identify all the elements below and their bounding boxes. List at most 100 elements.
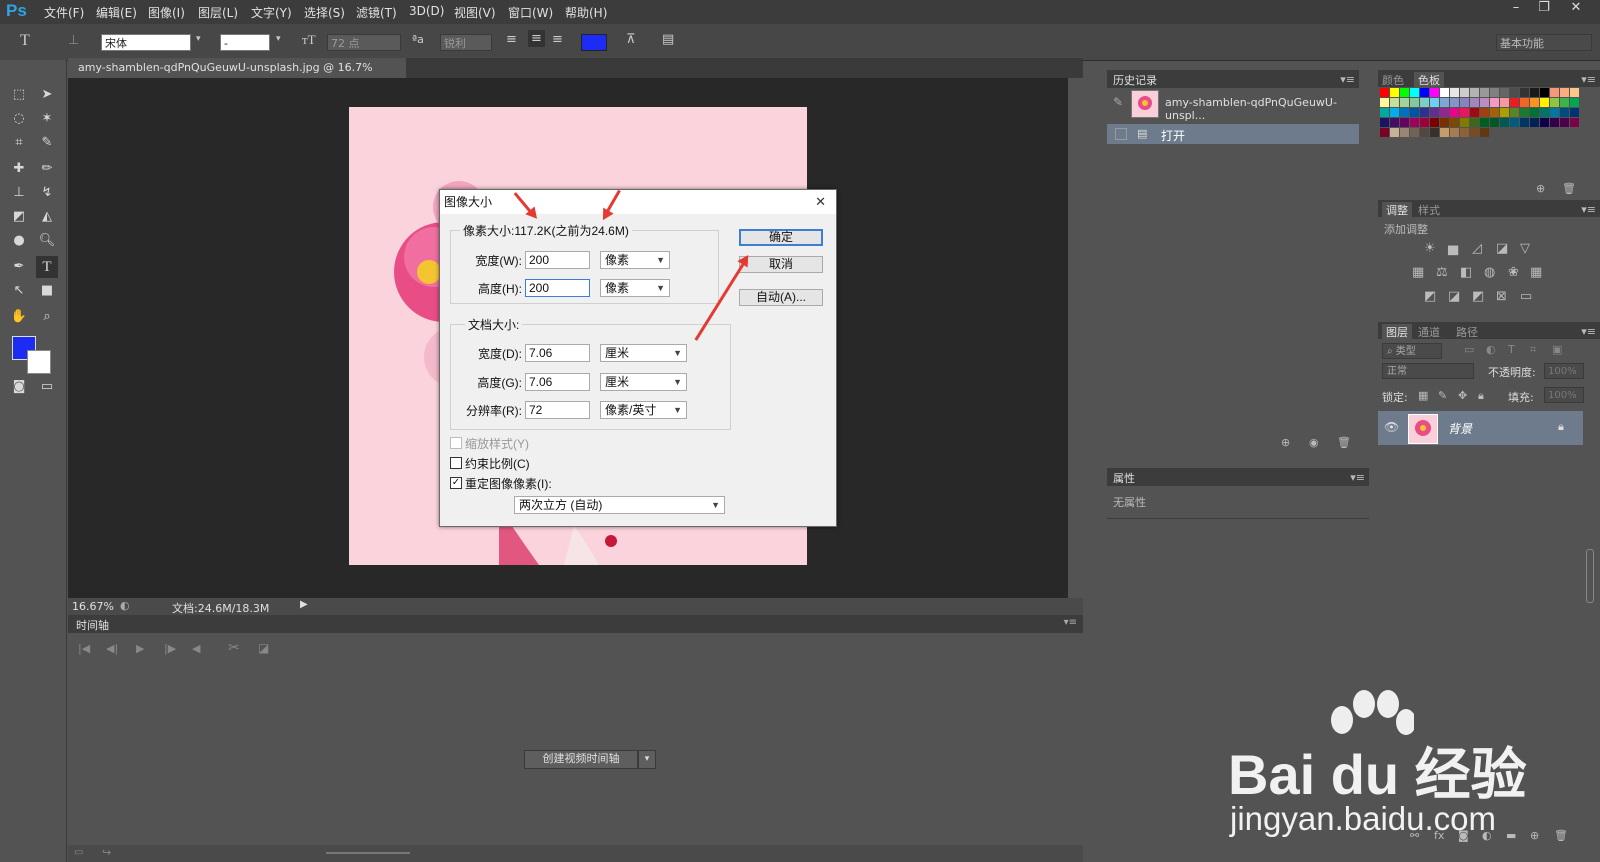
- clone-stamp-tool-icon[interactable]: ⊥: [8, 182, 30, 204]
- color-swatch[interactable]: [1380, 118, 1389, 127]
- color-swatch[interactable]: [1480, 118, 1489, 127]
- menu-select[interactable]: 选择(S): [304, 4, 345, 21]
- lasso-tool-icon[interactable]: ◌: [8, 108, 30, 130]
- eyedropper-tool-icon[interactable]: ✎: [36, 132, 58, 154]
- color-swatch[interactable]: [1400, 88, 1409, 97]
- hand-tool-icon[interactable]: ✋: [8, 306, 30, 328]
- color-swatch[interactable]: [1560, 118, 1569, 127]
- color-swatch[interactable]: [1520, 88, 1529, 97]
- color-swatch[interactable]: [1380, 128, 1389, 137]
- text-orientation-icon[interactable]: ⊥: [68, 33, 79, 48]
- close-dialog-button[interactable]: ✕: [815, 190, 826, 214]
- color-swatch[interactable]: [1530, 108, 1539, 117]
- doc-width-input[interactable]: 7.06: [525, 344, 590, 362]
- eye-icon[interactable]: 👁︎: [1384, 420, 1399, 434]
- auto-button[interactable]: 自动(A)...: [739, 289, 823, 306]
- invert-icon[interactable]: ◩: [1424, 289, 1436, 304]
- new-swatch-icon[interactable]: ⊕: [1536, 182, 1545, 195]
- opacity-input[interactable]: 100%: [1544, 363, 1584, 379]
- color-swatch[interactable]: [1490, 108, 1499, 117]
- color-swatch[interactable]: [1530, 88, 1539, 97]
- color-swatch[interactable]: [1400, 98, 1409, 107]
- menu-edit[interactable]: 编辑(E): [96, 4, 137, 21]
- layers-tab[interactable]: 图层: [1382, 324, 1412, 340]
- new-document-from-state-icon[interactable]: ⊕: [1281, 436, 1290, 449]
- transition-icon[interactable]: ◪: [258, 641, 269, 655]
- history-tab[interactable]: 历史记录: [1113, 72, 1157, 88]
- font-size-input[interactable]: 72 点: [327, 34, 401, 51]
- layer-row[interactable]: 👁︎ 背景 🔒︎: [1378, 411, 1583, 445]
- lock-position-icon[interactable]: ✥: [1458, 389, 1467, 402]
- status-menu-arrow-icon[interactable]: ▶: [300, 599, 308, 610]
- color-swatch[interactable]: [1400, 118, 1409, 127]
- color-swatch[interactable]: [1540, 98, 1549, 107]
- color-swatch[interactable]: [1430, 88, 1439, 97]
- history-item[interactable]: ▤ 打开: [1107, 124, 1359, 144]
- layer-filter-select[interactable]: ⌕ 类型: [1382, 343, 1442, 359]
- color-swatch[interactable]: [1530, 98, 1539, 107]
- color-swatch[interactable]: [1520, 118, 1529, 127]
- color-lookup-icon[interactable]: ▦: [1530, 265, 1542, 280]
- resolution-input[interactable]: 72: [525, 401, 590, 419]
- color-swatch[interactable]: [1470, 98, 1479, 107]
- gradient-map-icon[interactable]: ▭: [1520, 289, 1532, 304]
- restore-button[interactable]: ❐: [1530, 0, 1558, 18]
- color-swatch[interactable]: [1520, 108, 1529, 117]
- channels-tab[interactable]: 通道: [1418, 324, 1440, 340]
- color-swatch[interactable]: [1550, 98, 1559, 107]
- color-swatch[interactable]: [1550, 118, 1559, 127]
- layer-name[interactable]: 背景: [1448, 420, 1472, 437]
- eraser-tool-icon[interactable]: ◩: [8, 206, 30, 228]
- align-center-icon[interactable]: ≡: [528, 30, 545, 47]
- panel-menu-icon[interactable]: ▾≡: [1350, 471, 1365, 484]
- doc-height-input[interactable]: 7.06: [525, 373, 590, 391]
- doc-width-unit-select[interactable]: 厘米 ▼: [600, 344, 687, 362]
- menu-window[interactable]: 窗口(W): [508, 4, 553, 21]
- filter-adjustment-icon[interactable]: ◐: [1486, 343, 1496, 356]
- color-swatch[interactable]: [1530, 118, 1539, 127]
- color-swatch[interactable]: [1480, 88, 1489, 97]
- menu-help[interactable]: 帮助(H): [565, 4, 607, 21]
- lock-pixels-icon[interactable]: ✎: [1438, 389, 1447, 402]
- styles-tab[interactable]: 样式: [1418, 202, 1440, 218]
- lock-all-icon[interactable]: 🔒︎: [1478, 389, 1484, 403]
- color-swatch[interactable]: [1380, 98, 1389, 107]
- color-swatch[interactable]: [1490, 88, 1499, 97]
- color-swatch[interactable]: [1430, 128, 1439, 137]
- create-video-timeline-button[interactable]: 创建视频时间轴: [524, 750, 638, 769]
- menu-file[interactable]: 文件(F): [44, 4, 84, 21]
- dodge-tool-icon[interactable]: 🔍︎: [36, 230, 58, 252]
- color-swatch[interactable]: [1500, 98, 1509, 107]
- color-swatch[interactable]: [1470, 108, 1479, 117]
- blend-mode-select[interactable]: 正常: [1382, 363, 1474, 379]
- color-swatch[interactable]: [1540, 108, 1549, 117]
- filter-pixel-icon[interactable]: ▭: [1464, 343, 1474, 356]
- align-right-icon[interactable]: ≡: [552, 32, 563, 47]
- color-swatch[interactable]: [1470, 118, 1479, 127]
- character-panel-icon[interactable]: ▤: [662, 32, 674, 47]
- color-swatch[interactable]: [1440, 98, 1449, 107]
- vibrance-icon[interactable]: ▽: [1520, 241, 1530, 256]
- color-swatch[interactable]: [1500, 88, 1509, 97]
- color-swatch[interactable]: [1440, 108, 1449, 117]
- photo-filter-icon[interactable]: ◍: [1484, 265, 1495, 280]
- color-swatch[interactable]: [1440, 88, 1449, 97]
- color-swatch[interactable]: [1550, 108, 1559, 117]
- color-swatch[interactable]: [1420, 118, 1429, 127]
- adjustments-tab[interactable]: 调整: [1382, 202, 1412, 218]
- path-selection-tool-icon[interactable]: ↖: [8, 280, 30, 302]
- constrain-proportions-checkbox[interactable]: [450, 457, 462, 469]
- first-frame-icon[interactable]: |◀: [78, 642, 90, 655]
- threshold-icon[interactable]: ◩: [1472, 289, 1484, 304]
- trash-icon[interactable]: 🗑︎: [1337, 436, 1351, 449]
- camera-icon[interactable]: ◉: [1309, 436, 1319, 449]
- width-input[interactable]: 200: [525, 251, 590, 269]
- ok-button[interactable]: 确定: [739, 229, 823, 246]
- menu-image[interactable]: 图像(I): [148, 4, 185, 21]
- workspace-select[interactable]: 基本功能: [1496, 34, 1592, 51]
- blur-tool-icon[interactable]: ●: [8, 230, 30, 252]
- filter-shape-icon[interactable]: ⌗: [1530, 343, 1536, 357]
- color-swatch[interactable]: [1510, 98, 1519, 107]
- background-color-swatch[interactable]: [27, 350, 51, 374]
- fill-input[interactable]: 100%: [1544, 387, 1584, 403]
